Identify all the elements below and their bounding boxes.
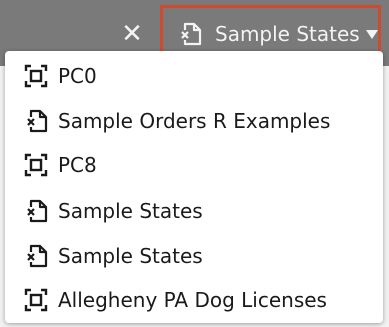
table-bracket-icon: [24, 64, 48, 88]
caret-down-icon: [366, 30, 378, 39]
menu-item-sample-states[interactable]: Sample States: [5, 233, 383, 278]
datasource-selector-label: Sample States: [215, 22, 360, 46]
menu-item-label: Sample Orders R Examples: [58, 109, 331, 133]
menu-item-label: PC8: [58, 153, 97, 177]
menu-item-pc0[interactable]: PC0: [5, 53, 383, 98]
excel-file-icon: [180, 22, 202, 46]
menu-item-label: Sample States: [58, 199, 203, 223]
menu-item-allegheny-pa-dog-licenses[interactable]: Allegheny PA Dog Licenses: [5, 277, 383, 322]
table-bracket-icon: [24, 288, 48, 312]
table-bracket-icon: [24, 153, 48, 177]
close-icon: ✕: [121, 19, 143, 49]
menu-item-label: PC0: [58, 64, 97, 88]
datasource-dropdown-menu: PC0 Sample Orders R Examples PC8 Sample …: [5, 51, 383, 323]
excel-file-icon: [26, 244, 48, 268]
menu-item-label: Sample States: [58, 244, 203, 268]
menu-item-label: Allegheny PA Dog Licenses: [58, 288, 327, 312]
close-button[interactable]: ✕: [119, 19, 145, 49]
menu-item-pc8[interactable]: PC8: [5, 142, 383, 187]
excel-file-icon: [26, 199, 48, 223]
menu-item-sample-orders-r-examples[interactable]: Sample Orders R Examples: [5, 98, 383, 143]
excel-file-icon: [26, 109, 48, 133]
menu-item-sample-states[interactable]: Sample States: [5, 188, 383, 233]
